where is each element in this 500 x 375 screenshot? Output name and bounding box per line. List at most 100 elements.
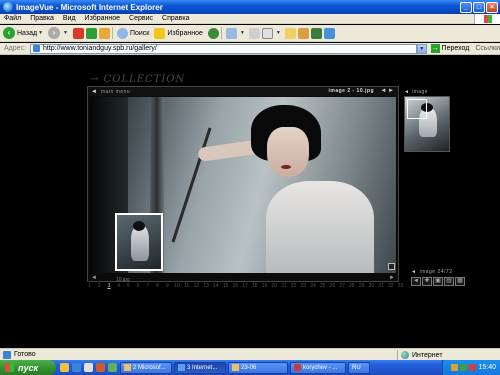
fullscreen-icon[interactable] — [388, 263, 395, 270]
page-number-link[interactable]: 8 — [153, 283, 162, 289]
search-button[interactable]: Поиск — [116, 27, 149, 39]
page-number-link[interactable]: 6 — [134, 283, 143, 289]
menu-favorites[interactable]: Избранное — [85, 15, 120, 22]
desktop-icon[interactable] — [84, 363, 93, 372]
page-number-link[interactable]: 14 — [211, 283, 220, 289]
edit-icon[interactable] — [261, 27, 273, 39]
menu-arrow-icon[interactable]: ◄ — [91, 89, 97, 95]
page-content: → COLLECTION ◄ main menu image 2 - 10.jp… — [0, 56, 500, 348]
home-icon[interactable] — [98, 27, 110, 39]
page-number-link[interactable]: 30 — [367, 283, 376, 289]
next-arrow-icon[interactable]: ► — [389, 275, 395, 281]
page-number-link[interactable]: 13 — [202, 283, 211, 289]
url-input[interactable]: http://www.toniandguy.spb.ru/gallery/ — [29, 43, 418, 54]
back-button[interactable]: ‹ Назад ▼ — [3, 27, 43, 39]
forward-button[interactable]: › ▼ — [48, 27, 68, 39]
page-number-link[interactable]: 3 — [104, 283, 113, 289]
page-number-link[interactable]: 7 — [143, 283, 152, 289]
list-tool-icon[interactable]: ▤ — [444, 277, 454, 286]
thumbnail-preview[interactable] — [115, 213, 163, 271]
chevron-down-icon[interactable]: ▼ — [417, 43, 427, 54]
refresh-icon[interactable] — [85, 27, 97, 39]
task-button[interactable]: korychev - ... — [290, 361, 346, 374]
page-number-link[interactable]: 2 — [95, 283, 104, 289]
page-number-link[interactable]: 22 — [289, 283, 298, 289]
menu-view[interactable]: Вид — [63, 15, 76, 22]
favorites-button[interactable]: Избранное — [154, 27, 203, 39]
addon-icon[interactable] — [310, 27, 322, 39]
prev-tool-icon[interactable]: ◄ — [411, 277, 421, 286]
links-label[interactable]: Ссылки — [475, 45, 500, 52]
page-number-link[interactable]: 5 — [124, 283, 133, 289]
tray-icon[interactable] — [460, 364, 468, 371]
page-number-link[interactable]: 11 — [182, 283, 191, 289]
photo-strap — [171, 127, 212, 243]
menu-file[interactable]: Файл — [4, 15, 21, 22]
chevron-down-icon[interactable]: ▼ — [276, 30, 281, 36]
messenger-icon[interactable] — [297, 27, 309, 39]
page-number-link[interactable]: 10 — [172, 283, 181, 289]
tool-icon[interactable] — [323, 27, 335, 39]
page-number-link[interactable]: 21 — [279, 283, 288, 289]
side-thumbnail[interactable] — [404, 96, 450, 152]
page-number-link[interactable]: 33 — [396, 283, 405, 289]
page-number-link[interactable]: 24 — [309, 283, 318, 289]
history-icon[interactable] — [207, 27, 219, 39]
close-button[interactable]: × — [486, 1, 498, 13]
grid-tool-icon[interactable]: ▦ — [455, 277, 465, 286]
stop-icon[interactable] — [72, 27, 84, 39]
main-menu-link[interactable]: main menu — [101, 89, 130, 95]
main-photo[interactable] — [90, 97, 396, 273]
page-number-link[interactable]: 29 — [357, 283, 366, 289]
menu-edit[interactable]: Правка — [30, 15, 54, 22]
count-arrow-icon[interactable]: ◄ — [411, 269, 416, 275]
page-number-link[interactable]: 16 — [231, 283, 240, 289]
page-number-link[interactable]: 25 — [318, 283, 327, 289]
task-button[interactable]: 23-06 — [228, 361, 288, 374]
chevron-down-icon[interactable]: ▼ — [63, 30, 68, 36]
page-number-link[interactable]: 17 — [241, 283, 250, 289]
menu-help[interactable]: Справка — [162, 15, 189, 22]
back-arrow-icon: ‹ — [3, 27, 15, 39]
ie-logo-icon — [3, 2, 13, 12]
side-arrow-icon[interactable]: ◄ — [404, 89, 409, 95]
start-button[interactable]: пуск — [0, 360, 56, 375]
tray-icon[interactable] — [469, 364, 477, 371]
image-nav-arrows[interactable]: ◄ ► — [380, 88, 394, 94]
page-number-link[interactable]: 20 — [270, 283, 279, 289]
tray-icon[interactable] — [451, 364, 459, 371]
page-number-link[interactable]: 28 — [347, 283, 356, 289]
page-number-link[interactable]: 27 — [338, 283, 347, 289]
language-button[interactable]: RU — [348, 361, 370, 374]
minimize-button[interactable]: _ — [460, 1, 472, 13]
app-icon[interactable] — [96, 363, 105, 372]
fit-tool-icon[interactable]: ▣ — [433, 277, 443, 286]
print-icon[interactable] — [248, 27, 260, 39]
toolbar-separator — [111, 27, 113, 39]
task-button[interactable]: 3 Internet... — [174, 361, 226, 374]
page-number-link[interactable]: 31 — [377, 283, 386, 289]
folder-icon[interactable] — [60, 363, 69, 372]
page-number-link[interactable]: 12 — [192, 283, 201, 289]
page-number-link[interactable]: 18 — [250, 283, 259, 289]
page-number-link[interactable]: 15 — [221, 283, 230, 289]
page-number-link[interactable]: 1 — [85, 283, 94, 289]
go-button[interactable]: → Переход — [430, 44, 469, 53]
chevron-down-icon[interactable]: ▼ — [38, 30, 43, 36]
page-number-link[interactable]: 4 — [114, 283, 123, 289]
page-number-link[interactable]: 32 — [386, 283, 395, 289]
page-number-link[interactable]: 19 — [260, 283, 269, 289]
page-number-link[interactable]: 26 — [328, 283, 337, 289]
ie-icon[interactable] — [72, 363, 81, 372]
page-number-link[interactable]: 9 — [163, 283, 172, 289]
page-number-link[interactable]: 23 — [299, 283, 308, 289]
mail-icon[interactable] — [225, 27, 237, 39]
prev-arrow-icon[interactable]: ◄ — [91, 275, 97, 281]
app-icon[interactable] — [108, 363, 117, 372]
zoom-tool-icon[interactable]: ✚ — [422, 277, 432, 286]
maximize-button[interactable]: □ — [473, 1, 485, 13]
task-button[interactable]: 2 Microsof... — [120, 361, 172, 374]
chevron-down-icon[interactable]: ▼ — [240, 30, 245, 36]
folder-icon[interactable] — [284, 27, 296, 39]
menu-tools[interactable]: Сервис — [129, 15, 153, 22]
